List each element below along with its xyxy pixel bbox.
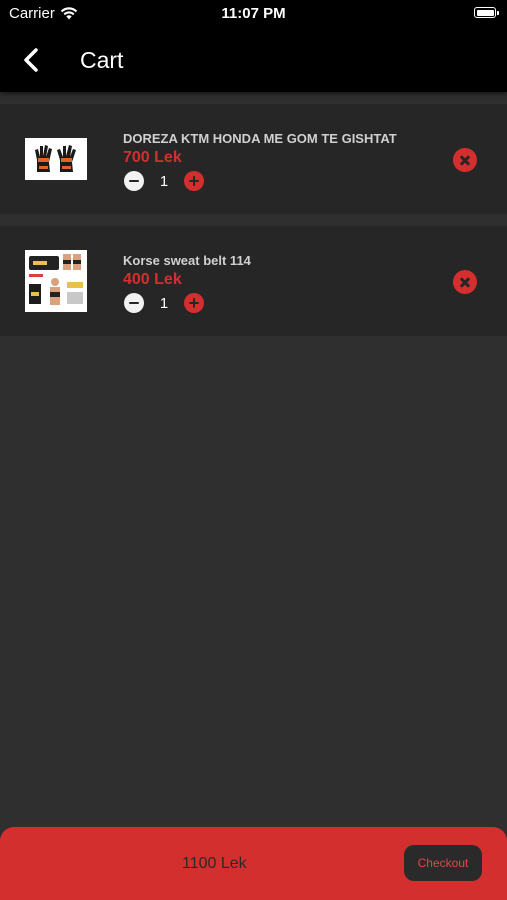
back-button[interactable] xyxy=(18,46,46,74)
cart-item: DOREZA KTM HONDA ME GOM TE GISHTAT 700 L… xyxy=(0,104,507,214)
page-title: Cart xyxy=(80,47,124,73)
increase-quantity-button[interactable] xyxy=(184,171,204,191)
quantity-stepper: 1 xyxy=(124,171,204,191)
quantity-stepper: 1 xyxy=(124,293,204,313)
product-name: Korse sweat belt 114 xyxy=(123,253,251,268)
gloves-product-image xyxy=(25,138,87,180)
product-image xyxy=(25,138,87,180)
cart-item: Korse sweat belt 114 400 Lek 1 xyxy=(0,226,507,336)
increase-quantity-button[interactable] xyxy=(184,293,204,313)
quantity-value: 1 xyxy=(159,172,169,190)
product-price: 700 Lek xyxy=(123,149,182,166)
cart-list: DOREZA KTM HONDA ME GOM TE GISHTAT 700 L… xyxy=(0,104,507,348)
status-bar: Carrier 11:07 PM xyxy=(0,0,507,30)
status-time: 11:07 PM xyxy=(221,5,286,22)
product-name: DOREZA KTM HONDA ME GOM TE GISHTAT xyxy=(123,131,397,146)
battery-icon xyxy=(474,7,499,18)
remove-item-button[interactable] xyxy=(453,148,477,172)
product-image xyxy=(25,250,87,312)
sweat-belt-product-image xyxy=(25,250,87,312)
checkout-button[interactable]: Checkout xyxy=(404,845,482,881)
remove-item-button[interactable] xyxy=(453,270,477,294)
product-price: 400 Lek xyxy=(123,271,182,288)
navigation-bar: Cart xyxy=(0,30,507,92)
chevron-left-icon xyxy=(24,48,38,72)
checkout-bar: 1100 Lek Checkout xyxy=(0,827,507,900)
decrease-quantity-button[interactable] xyxy=(124,171,144,191)
decrease-quantity-button[interactable] xyxy=(124,293,144,313)
cart-screen: Carrier 11:07 PM Cart DOREZA KTM HONDA M… xyxy=(0,0,507,900)
cart-total: 1100 Lek xyxy=(182,855,247,872)
quantity-value: 1 xyxy=(159,294,169,312)
